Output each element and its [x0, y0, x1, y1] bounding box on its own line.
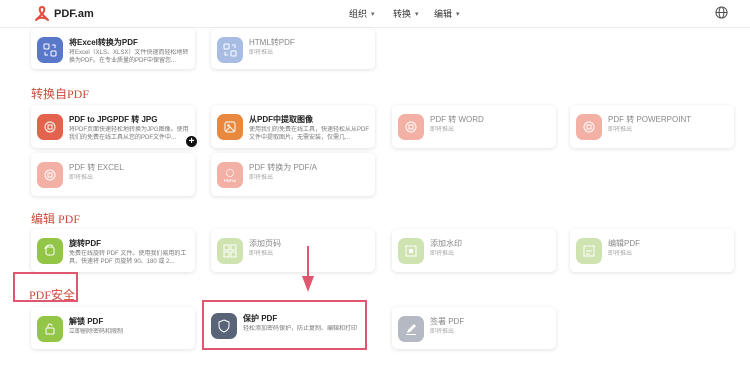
card-pdf-to-jpg[interactable]: PDF to JPGPDF 转 JPG 将PDF页面快速轻松地转换为JPG图像。…: [31, 105, 195, 148]
logo[interactable]: PDF.am: [34, 6, 94, 22]
card-title: 添加水印: [430, 239, 462, 248]
convert-icon: [576, 114, 602, 140]
card-desc: 即将推出: [608, 127, 633, 133]
card-html-to-pdf[interactable]: HTML转PDF 即将推出: [211, 28, 375, 69]
image-extract-icon: [217, 114, 243, 140]
card-title: HTML转PDF: [249, 38, 295, 47]
nav-organize-label: 组织: [349, 9, 368, 19]
card-title: 编辑PDF: [608, 239, 640, 248]
convert-icon: [37, 114, 63, 140]
card-title: PDF 转 POWERPOINT: [608, 115, 692, 124]
card-desc: 即将推出: [430, 251, 455, 257]
card-title: 添加页码: [249, 239, 281, 248]
convert-icon: [37, 162, 63, 188]
edit-icon: [576, 238, 602, 264]
card-pdf-to-pdfa[interactable]: PDF/A PDF 转换为 PDF/A 即将推出: [211, 153, 375, 196]
nav-organize[interactable]: 组织 ▾: [349, 7, 375, 20]
card-sign-pdf[interactable]: 签署 PDF 即将推出: [392, 307, 556, 349]
card-desc: 即将推出: [430, 329, 455, 335]
card-extract-images[interactable]: 从PDF中提取图像 使用我们的免费在线工具，快速轻松从从PDF文件中提取图片。无…: [211, 105, 375, 148]
card-desc: 即将推出: [249, 50, 274, 56]
card-title: 将Excel转换为PDF: [69, 38, 138, 47]
convert-icon: [217, 37, 243, 63]
nav-edit[interactable]: 编辑 ▾: [434, 7, 460, 20]
top-bar: PDF.am 组织 ▾ 转换 ▾ 编辑 ▾: [0, 0, 750, 28]
card-desc: 免费在线旋转 PDF 文件。使用我们易用的工具，快速将 PDF 页旋转 90、1…: [69, 251, 187, 265]
card-desc: 即将推出: [608, 251, 633, 257]
card-desc: 即将推出: [430, 127, 455, 133]
rotate-icon: [37, 238, 63, 264]
unlock-icon: [37, 316, 63, 342]
nav-edit-label: 编辑: [434, 9, 453, 19]
pdfa-icon-text: PDF/A: [224, 177, 236, 183]
convert-icon: [398, 114, 424, 140]
card-pdf-to-excel[interactable]: PDF 转 EXCEL 即将推出: [31, 153, 195, 196]
plus-icon[interactable]: +: [186, 136, 197, 147]
card-title: 签署 PDF: [430, 317, 465, 326]
card-desc: 将Excel（XLS、XLSX）文件快速而轻松地转换为PDF。在专业质量的PDF…: [69, 50, 189, 64]
card-desc: 即将推出: [69, 175, 94, 181]
card-excel-to-pdf[interactable]: 将Excel转换为PDF 将Excel（XLS、XLSX）文件快速而轻松地转换为…: [31, 28, 195, 69]
card-title: PDF 转 WORD: [430, 115, 484, 124]
convert-icon: [37, 37, 63, 63]
watermark-icon: [398, 238, 424, 264]
chevron-down-icon: ▾: [456, 10, 460, 18]
card-rotate-pdf[interactable]: 旋转PDF 免费在线旋转 PDF 文件。使用我们易用的工具，快速将 PDF 页旋…: [31, 229, 195, 272]
pen-icon: [398, 316, 424, 342]
chevron-down-icon: ▾: [371, 10, 375, 18]
arrow-down-icon: [302, 246, 314, 292]
card-add-page-numbers[interactable]: 添加页码 即将推出: [211, 229, 375, 272]
card-title: 解锁 PDF: [69, 317, 104, 326]
card-title: PDF to JPGPDF 转 JPG: [69, 115, 158, 124]
nav-convert-label: 转换: [393, 9, 412, 19]
card-title: PDF 转 EXCEL: [69, 163, 124, 172]
card-title: 保护 PDF: [243, 314, 278, 323]
globe-icon[interactable]: [715, 6, 728, 19]
nav-convert[interactable]: 转换 ▾: [393, 7, 419, 20]
card-pdf-to-word[interactable]: PDF 转 WORD 即将推出: [392, 105, 556, 148]
brand-logo-icon: [35, 6, 49, 21]
card-desc: 即将推出: [249, 175, 274, 181]
card-desc: 轻松添加密码保护，防止复制、编辑和打印: [243, 326, 358, 332]
card-edit-pdf[interactable]: 编辑PDF 即将推出: [570, 229, 734, 272]
shield-icon: [211, 313, 237, 339]
brand-name: PDF.am: [54, 8, 94, 20]
card-title: 旋转PDF: [69, 239, 101, 248]
card-title: PDF 转换为 PDF/A: [249, 163, 318, 172]
card-title: 从PDF中提取图像: [249, 115, 313, 124]
section-title-pdf-security: PDF安全: [29, 288, 76, 302]
chevron-down-icon: ▾: [415, 10, 419, 18]
section-title-edit-pdf: 编辑 PDF: [31, 212, 81, 226]
section-title-convert-from-pdf: 转换自PDF: [31, 87, 90, 101]
card-pdf-to-ppt[interactable]: PDF 转 POWERPOINT 即将推出: [570, 105, 734, 148]
card-unlock-pdf[interactable]: 解锁 PDF 立即删除密码和限制: [31, 307, 195, 349]
page-numbers-icon: [217, 238, 243, 264]
card-desc: 将PDF页面快速轻松地转换为JPG图像。使用我们的免费在线工具从您的PDF文件中…: [69, 127, 189, 141]
card-desc: 使用我们的免费在线工具，快速轻松从从PDF文件中提取图片。无需安装，仅需几...: [249, 127, 370, 141]
card-desc: 立即删除密码和限制: [69, 329, 124, 335]
card-protect-pdf[interactable]: 保护 PDF 轻松添加密码保护，防止复制、编辑和打印: [205, 303, 364, 347]
pdfa-icon: PDF/A: [217, 162, 243, 188]
card-add-watermark[interactable]: 添加水印 即将推出: [392, 229, 556, 272]
